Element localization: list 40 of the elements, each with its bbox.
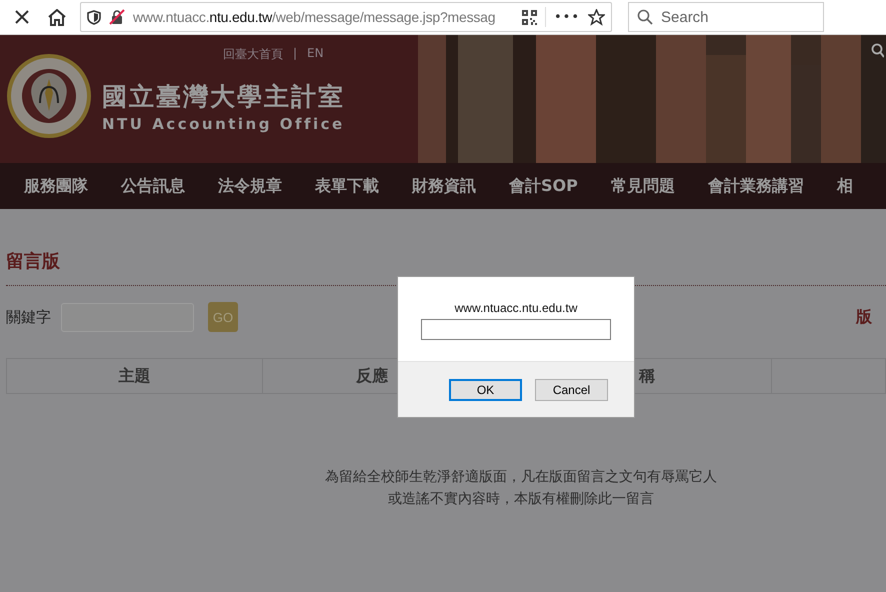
separator: | <box>293 46 298 62</box>
nav-item[interactable]: 公告訊息 <box>121 176 185 196</box>
moderator-link[interactable]: 版 <box>856 306 886 328</box>
notice-text: 或造謠不實內容時，本版有權刪除此一留言 <box>388 490 654 508</box>
url-text[interactable]: www.ntuacc.ntu.edu.tw/web/message/message.jsp?messag <box>133 9 514 25</box>
search-icon <box>637 9 653 25</box>
qr-code-icon[interactable] <box>522 10 537 24</box>
nav-item[interactable]: 財務資訊 <box>412 176 476 196</box>
nav-item[interactable]: 常見問題 <box>610 176 675 196</box>
dialog-title: www.ntuacc.ntu.edu.tw <box>454 301 578 315</box>
shield-icon[interactable] <box>87 10 101 24</box>
nav-item[interactable]: 相 <box>836 176 853 196</box>
star-icon[interactable] <box>588 8 605 26</box>
nav-item[interactable]: 會計業務講習 <box>708 176 804 196</box>
notice-text: 為留給全校師生乾淨舒適版面，凡在版面留言之文句有辱罵它人 <box>325 468 717 486</box>
column-header: 稱 <box>639 366 655 386</box>
close-icon[interactable] <box>14 9 30 25</box>
address-bar[interactable]: www.ntuacc.ntu.edu.tw/web/message/message.jsp?messag ••• <box>80 2 612 32</box>
menu-button[interactable]: ••• <box>554 10 580 24</box>
prompt-input[interactable] <box>421 319 611 340</box>
keyword-label: 關鍵字 <box>6 308 51 326</box>
language-link[interactable]: EN <box>307 46 324 63</box>
page-title: 留言版 <box>6 250 60 273</box>
nav-item[interactable]: 服務團隊 <box>24 176 88 196</box>
column-header: 反應 <box>356 366 388 386</box>
office-subtitle: NTU Accounting Office <box>102 115 345 133</box>
home-link[interactable]: 回臺大首頁 <box>223 46 283 63</box>
nav-item[interactable]: 法令規章 <box>218 176 282 196</box>
office-title: 國立臺灣大學主計室 <box>102 81 345 113</box>
insecure-lock-icon[interactable] <box>109 9 125 25</box>
search-field[interactable]: Search <box>628 2 824 32</box>
seal-logo-icon[interactable] <box>6 53 92 139</box>
nav-item[interactable]: 表單下載 <box>315 176 379 196</box>
cancel-button[interactable]: Cancel <box>535 378 608 400</box>
home-icon[interactable] <box>48 8 66 26</box>
column-header: 主題 <box>118 366 150 386</box>
nav-item[interactable]: 會計SOP <box>509 176 578 196</box>
search-icon[interactable] <box>871 43 884 59</box>
search-input[interactable]: Search <box>659 8 813 26</box>
ok-button[interactable]: OK <box>449 378 522 400</box>
